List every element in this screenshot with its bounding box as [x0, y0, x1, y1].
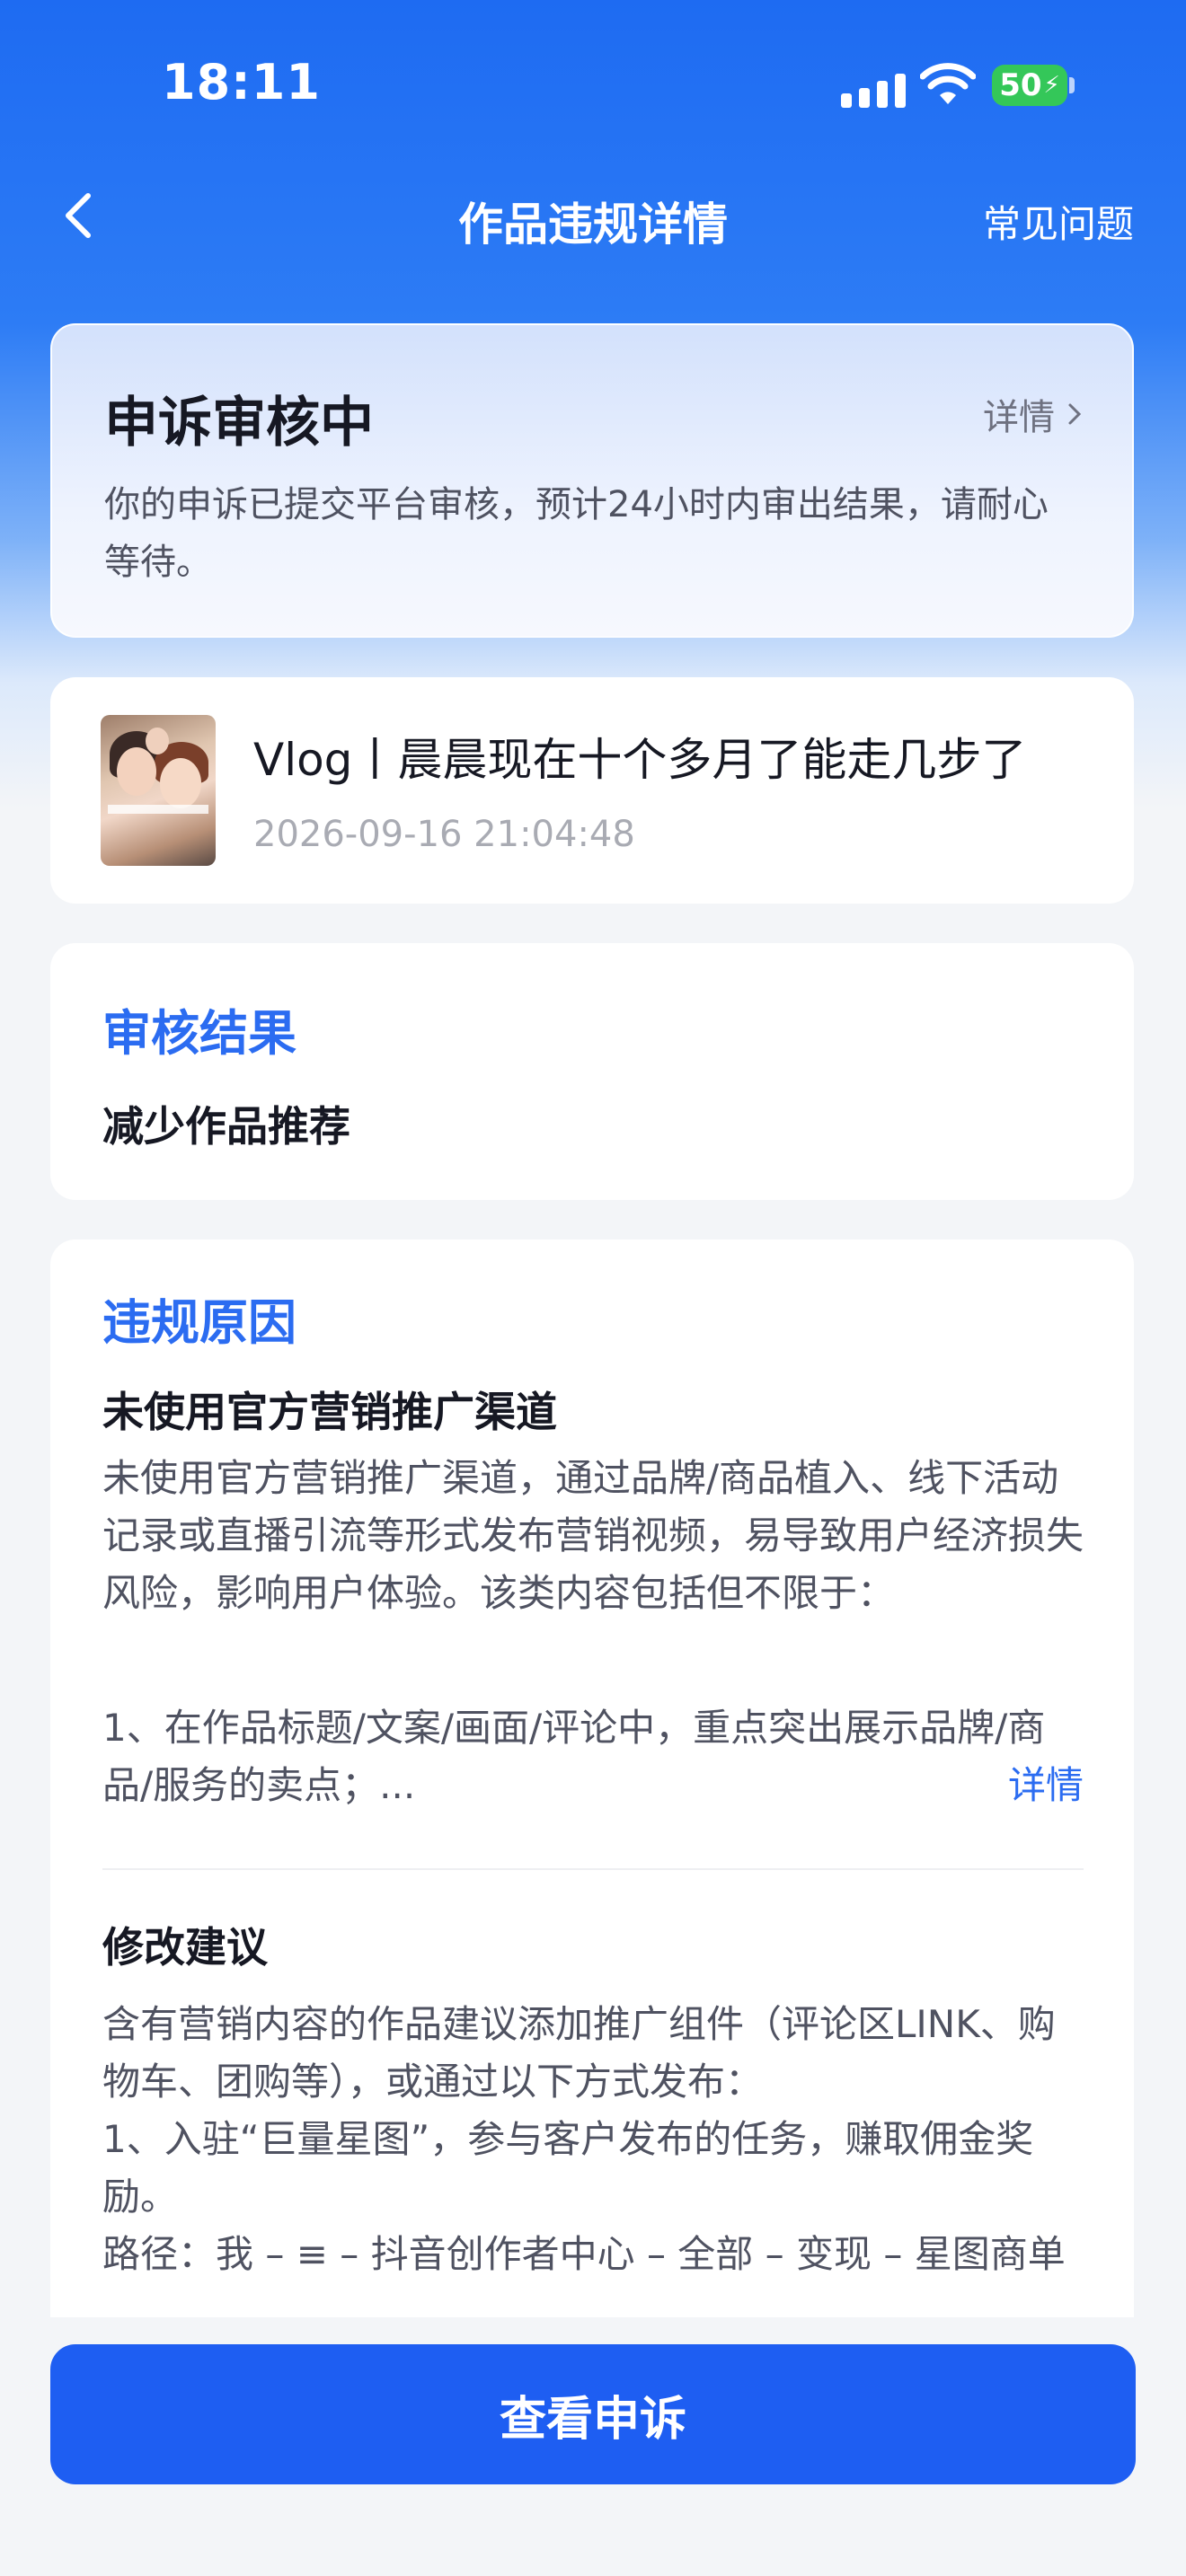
- violation-name: 未使用官方营销推广渠道: [102, 1388, 557, 1436]
- violation-detail-link[interactable]: 详情: [1008, 1757, 1084, 1814]
- review-result-value: 减少作品推荐: [102, 1102, 350, 1151]
- suggestion-line: 1、入驻“巨量星图”，参与客户发布的任务，赚取佣金奖励。: [102, 2117, 1034, 2219]
- suggestion-body: 含有营销内容的作品建议添加推广组件（评论区LINK、购物车、团购等），或通过以下…: [102, 1996, 1084, 2283]
- battery-level: 50: [999, 67, 1042, 103]
- status-time: 18:11: [162, 54, 321, 110]
- video-thumbnail: [101, 715, 216, 866]
- divider: [102, 1868, 1084, 1870]
- battery-icon: 50 ⚡: [992, 65, 1067, 106]
- suggestion-line: 含有营销内容的作品建议添加推广组件（评论区LINK、购物车、团购等），或通过以下…: [102, 2002, 1056, 2104]
- faq-link[interactable]: 常见问题: [983, 194, 1134, 249]
- video-timestamp: 2026-09-16 21:04:48: [253, 814, 635, 855]
- appeal-description: 你的申诉已提交平台审核，预计24小时内审出结果，请耐心等待。: [104, 484, 1049, 583]
- battery-cap: [1069, 77, 1075, 93]
- wifi-icon: [920, 63, 976, 104]
- video-card[interactable]: Vlog丨晨晨现在十个多月了能走几步了 2026-09-16 21:04:48: [50, 677, 1134, 904]
- suggestion-line: 路径：我 – ≡ – 抖音创作者中心 – 全部 – 变现 – 星图商单: [102, 2232, 1066, 2276]
- suggestion-heading: 修改建议: [102, 1923, 268, 1972]
- appeal-detail-link[interactable]: 详情: [983, 388, 1082, 440]
- violation-description: 未使用官方营销推广渠道，通过品牌/商品植入、线下活动记录或直播引流等形式发布营销…: [102, 1456, 1084, 1615]
- appeal-status-title: 申诉审核中: [104, 392, 374, 454]
- chevron-right-icon: [1068, 403, 1082, 425]
- status-bar: 18:11 50 ⚡: [0, 0, 1186, 171]
- video-title: Vlog丨晨晨现在十个多月了能走几步了: [253, 734, 1027, 786]
- review-result-heading: 审核结果: [102, 1005, 296, 1062]
- violation-reason-heading: 违规原因: [102, 1294, 296, 1351]
- view-appeal-button[interactable]: 查看申诉: [50, 2344, 1136, 2484]
- nav-bar: 作品违规详情 常见问题: [0, 171, 1186, 260]
- cellular-signal-icon: [841, 68, 906, 108]
- appeal-status-card: 申诉审核中 详情 你的申诉已提交平台审核，预计24小时内审出结果，请耐心等待。: [50, 323, 1134, 638]
- appeal-detail-label: 详情: [983, 397, 1055, 438]
- violation-item: 1、在作品标题/文案/画面/评论中，重点突出展示品牌/商品/服务的卖点；...: [102, 1706, 1046, 1807]
- review-result-card: 审核结果 减少作品推荐: [50, 943, 1134, 1200]
- charging-bolt-icon: ⚡: [1043, 72, 1060, 99]
